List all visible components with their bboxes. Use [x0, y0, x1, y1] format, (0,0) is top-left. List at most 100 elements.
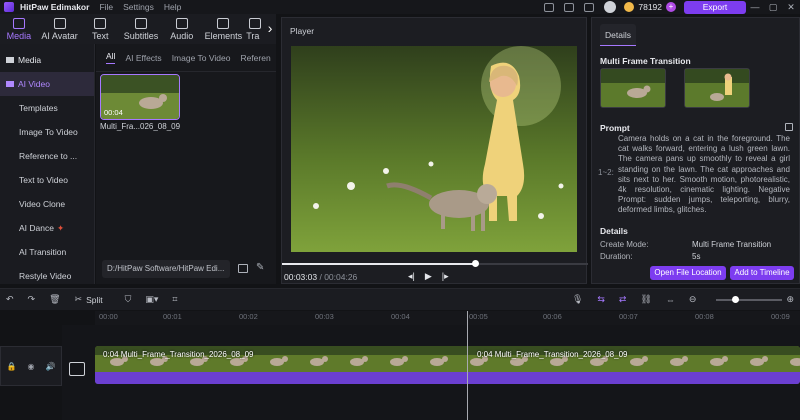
visibility-icon[interactable]: ◉	[27, 362, 34, 371]
text-tool-icon[interactable]: ▣▾	[145, 294, 158, 305]
timeline-ruler[interactable]: 00:00 00:01 00:02 00:03 00:04 00:05 00:0…	[95, 311, 800, 325]
tab-ai-avatar[interactable]: AI Avatar	[38, 18, 82, 44]
prev-frame-icon[interactable]: ◂|	[408, 271, 415, 282]
avatar-icon	[53, 18, 66, 29]
menu-file[interactable]: File	[99, 2, 113, 12]
timeline-toolbar: ↶ ↷ 🗑 ✂ Split ⛉ ▣▾ ⌗ 🎙 ⇆ ⇄ ⛓ ⇔ ⊖ ⊕	[0, 288, 800, 310]
export-label: Export	[702, 2, 728, 12]
sidebar-item-image-to-video[interactable]: Image To Video	[0, 120, 94, 144]
media-panel: All AI Effects Image To Video Referen 00…	[96, 44, 276, 284]
tab-label: Subtitles	[123, 31, 159, 41]
link-icon[interactable]: ⛓	[640, 294, 651, 305]
tab-subtitles[interactable]: Subtitles	[119, 18, 163, 44]
mute-icon[interactable]: 🔊	[45, 362, 55, 371]
open-file-location-button[interactable]: Open File Location	[650, 266, 726, 280]
filter-tab-image-to-video[interactable]: Image To Video	[172, 53, 231, 63]
sidebar-item-restyle-video[interactable]: Restyle Video	[0, 264, 94, 288]
clip-audio-track[interactable]	[95, 372, 800, 384]
store-icon[interactable]	[544, 2, 555, 12]
end-frame[interactable]	[684, 68, 750, 108]
sidebar-item-ai-video[interactable]: AI Video	[0, 72, 94, 96]
message-icon[interactable]	[564, 2, 575, 12]
close-icon[interactable]: ✕	[782, 2, 800, 13]
edit-icon[interactable]: ✎	[256, 262, 264, 273]
avatar[interactable]	[604, 1, 617, 13]
sidebar-item-text-to-video[interactable]: Text to Video	[0, 168, 94, 192]
title-bar: HitPaw Edimakor File Settings Help 78192…	[0, 0, 800, 14]
shield-icon[interactable]: ⛉	[125, 294, 132, 305]
image-icon[interactable]	[238, 264, 248, 273]
feedback-icon[interactable]	[584, 2, 595, 12]
lock-icon[interactable]: 🔒	[7, 362, 17, 371]
filter-tab-ai-effects[interactable]: AI Effects	[125, 53, 161, 63]
copy-icon[interactable]	[785, 123, 793, 131]
sidebar-item-label: Restyle Video	[19, 271, 72, 281]
sidebar-item-templates[interactable]: Templates	[0, 96, 94, 120]
media-thumbnail[interactable]: 00:04	[100, 74, 180, 120]
tab-elements[interactable]: Elements	[201, 18, 247, 44]
chevron-right-icon[interactable]: ›	[264, 20, 276, 44]
sidebar-item-ai-transition[interactable]: AI Transition	[0, 240, 94, 264]
credits-count: 78192	[638, 2, 662, 12]
add-credits-button[interactable]: +	[666, 2, 676, 12]
tab-transition[interactable]: Tra	[246, 18, 264, 44]
ruler-tick: 00:05	[469, 312, 488, 321]
tab-text[interactable]: Text	[81, 18, 119, 44]
split-button[interactable]: Split	[86, 295, 103, 305]
subtitles-icon	[135, 18, 147, 29]
tab-label: Elements	[204, 31, 243, 41]
sidebar-item-video-clone[interactable]: Video Clone	[0, 192, 94, 216]
scrubber-handle[interactable]	[472, 260, 479, 267]
cover-icon[interactable]	[69, 362, 85, 376]
tab-details[interactable]: Details	[600, 24, 636, 46]
play-icon[interactable]: ▶	[425, 271, 432, 282]
duration-value: 5s	[692, 252, 701, 261]
fit-icon[interactable]: ⇔	[666, 295, 675, 305]
tab-audio[interactable]: Audio	[163, 18, 201, 44]
transition-icon	[249, 18, 262, 29]
split-icon[interactable]: ✂	[75, 294, 83, 305]
sidebar-item-reference[interactable]: Reference to ...	[0, 144, 94, 168]
mic-icon[interactable]: 🎙	[572, 294, 583, 305]
maximize-icon[interactable]: ▢	[764, 2, 782, 13]
tab-label: Audio	[170, 31, 194, 41]
next-frame-icon[interactable]: |▸	[442, 271, 449, 282]
video-preview[interactable]	[291, 46, 577, 252]
sidebar-item-ai-dance[interactable]: AI Dance ✦	[0, 216, 94, 240]
undo-icon[interactable]: ↶	[6, 294, 14, 305]
start-frame[interactable]	[600, 68, 666, 108]
ruler-tick: 00:00	[99, 312, 118, 321]
zoom-handle[interactable]	[732, 296, 739, 303]
playback-controls: ◂| ▶ |▸	[408, 271, 449, 282]
redo-icon[interactable]: ↷	[28, 294, 36, 305]
menu-help[interactable]: Help	[164, 2, 181, 12]
zoom-out-icon[interactable]: ⊖	[689, 294, 697, 305]
zoom-in-icon[interactable]: ⊕	[786, 294, 794, 305]
export-button[interactable]: Export	[684, 0, 746, 14]
snap-icon[interactable]: ⇆	[597, 294, 605, 305]
delete-icon[interactable]: 🗑	[49, 294, 60, 305]
tab-media[interactable]: Media	[0, 18, 38, 44]
crop-icon[interactable]: ⌗	[172, 294, 177, 305]
ruler-tick: 00:04	[391, 312, 410, 321]
thumbnail-name: Multi_Fra...026_08_09	[100, 122, 181, 131]
menu-settings[interactable]: Settings	[123, 2, 154, 12]
playhead[interactable]	[467, 311, 468, 420]
project-path[interactable]: D:/HitPaw Software/HitPaw Edi...	[102, 260, 230, 278]
magnet-icon[interactable]: ⇄	[619, 294, 627, 305]
playback-scrubber[interactable]	[282, 260, 588, 267]
track-header: 🔒 ◉ 🔊	[0, 346, 62, 386]
timeline-clip[interactable]: 0:04 Multi_Frame_Transition_2026_08_09 0…	[95, 346, 800, 384]
add-to-timeline-button[interactable]: Add to Timeline	[730, 266, 794, 280]
sidebar-item-label: Media	[18, 55, 42, 65]
media-icon	[12, 18, 25, 29]
filter-tab-reference[interactable]: Referen	[240, 53, 270, 63]
zoom-slider[interactable]	[716, 296, 782, 303]
playback-time: 00:03:03 / 00:04:26	[284, 272, 357, 282]
ruler-tick: 00:07	[619, 312, 638, 321]
details-heading: Multi Frame Transition	[600, 56, 691, 66]
filter-tab-all[interactable]: All	[106, 51, 116, 64]
minimize-icon[interactable]: —	[746, 2, 764, 12]
sidebar-item-media[interactable]: Media	[0, 48, 94, 72]
tool-tabs: Media AI Avatar Text Subtitles Audio Ele…	[0, 14, 276, 44]
